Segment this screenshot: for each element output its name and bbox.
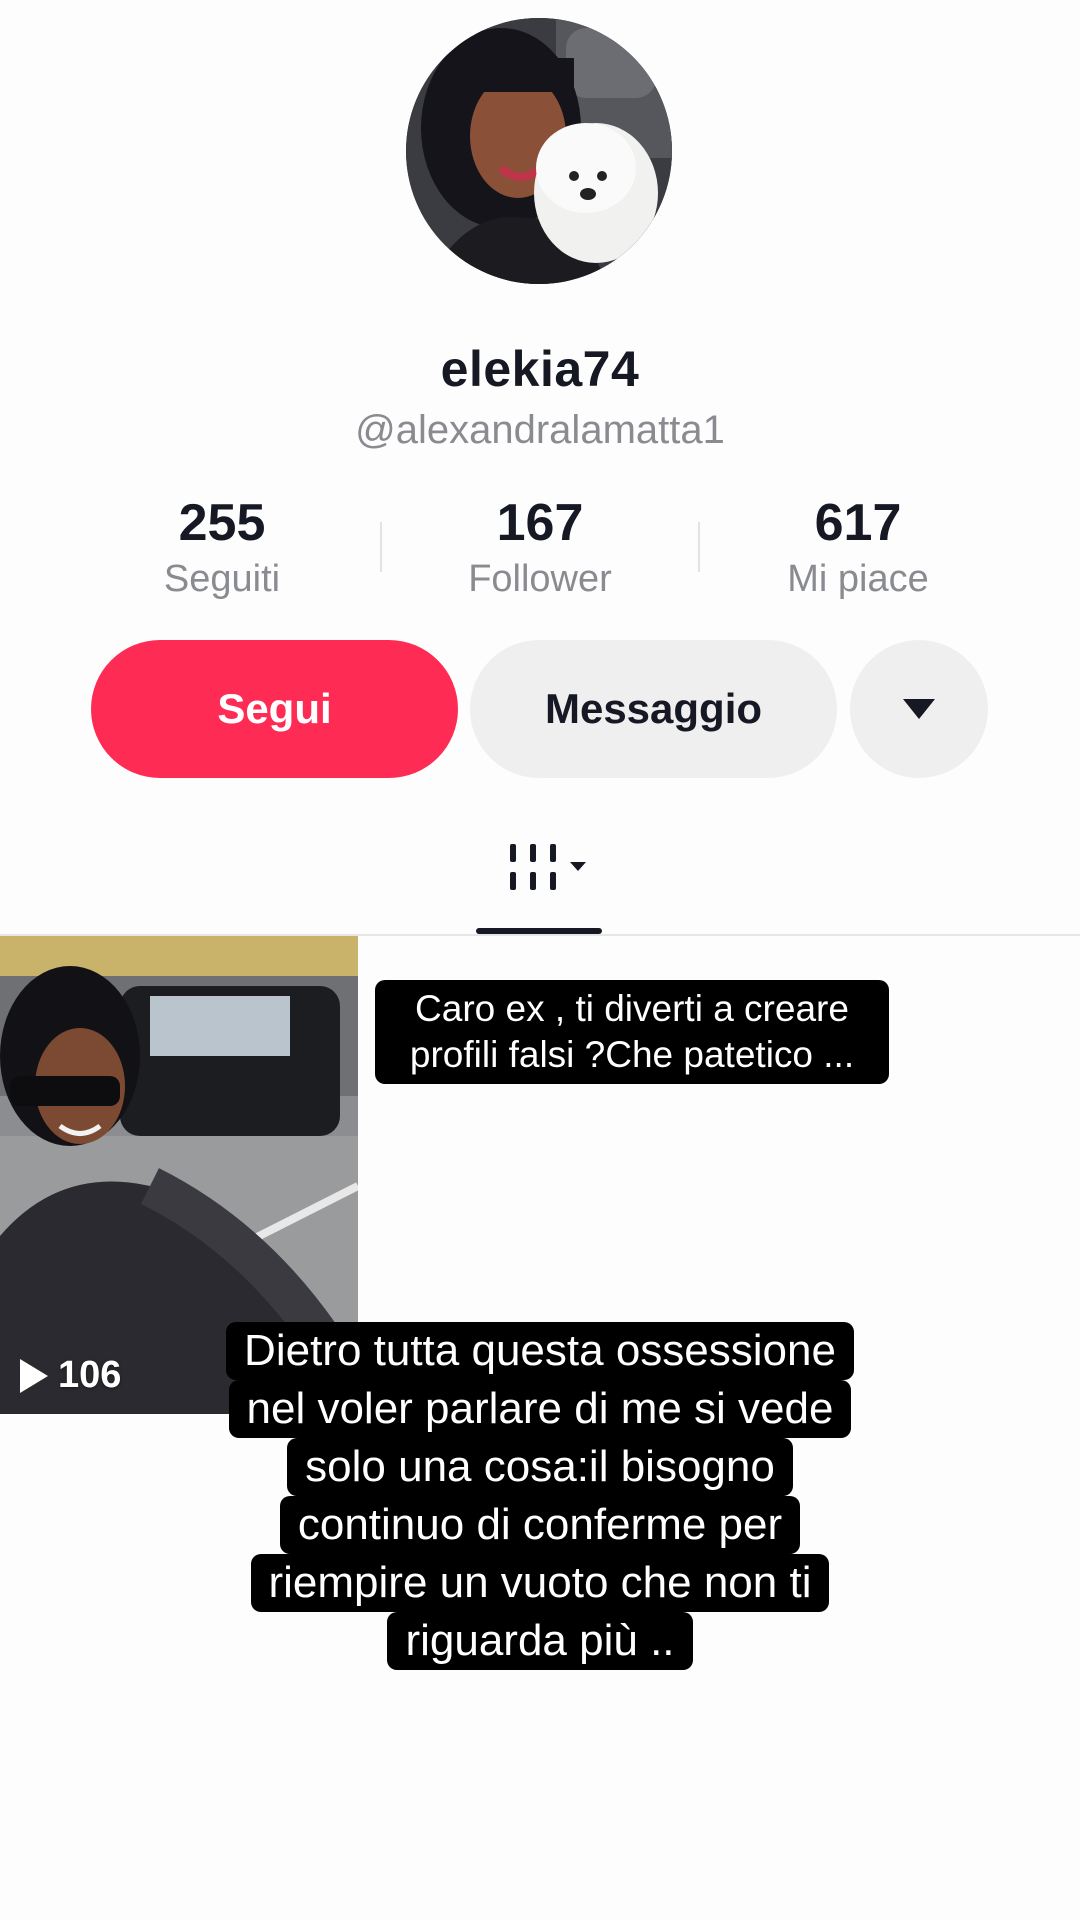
caption-line: profili falsi ?Che patetico ... <box>409 1034 855 1075</box>
follow-button[interactable]: Segui <box>91 640 458 778</box>
stat-following-count: 255 <box>178 494 266 552</box>
caption-line: nel voler parlare di me si vede <box>228 1380 852 1438</box>
caption-line: riempire un vuoto che non ti <box>250 1554 830 1612</box>
profile-handle: @alexandralamatta1 <box>355 408 725 452</box>
caption-line: solo una cosa:il bisogno <box>287 1438 793 1496</box>
videos-grid-icon <box>510 844 586 890</box>
stat-following[interactable]: 255 Seguiti <box>62 492 382 604</box>
more-options-button[interactable] <box>850 640 988 778</box>
profile-display-name: elekia74 <box>440 341 640 397</box>
caption-line: riguarda più .. <box>387 1612 693 1670</box>
caption-line: continuo di conferme per <box>279 1496 801 1554</box>
avatar-image <box>406 18 672 284</box>
profile-avatar[interactable] <box>406 18 672 284</box>
tab-videos[interactable] <box>500 840 600 910</box>
caption-line: Caro ex , ti diverti a creare <box>415 988 849 1029</box>
caption-line: Dietro tutta questa ossessione <box>226 1322 854 1380</box>
stat-likes[interactable]: 617 Mi piace <box>698 492 1018 604</box>
stat-following-label: Seguiti <box>163 558 281 600</box>
stat-likes-count: 617 <box>814 494 902 552</box>
caret-down-icon <box>903 699 935 719</box>
story-caption-bottom: Dietro tutta questa ossessione nel voler… <box>0 1322 1080 1670</box>
stat-followers-count: 167 <box>496 494 584 552</box>
story-caption-top: Caro ex , ti diverti a creare profili fa… <box>375 980 889 1084</box>
message-button[interactable]: Messaggio <box>470 640 837 778</box>
stat-followers-label: Follower <box>468 558 612 600</box>
stat-likes-label: Mi piace <box>787 558 929 600</box>
profile-page: elekia74 @alexandralamatta1 255 Seguiti … <box>0 0 1080 1920</box>
stat-followers[interactable]: 167 Follower <box>380 492 700 604</box>
